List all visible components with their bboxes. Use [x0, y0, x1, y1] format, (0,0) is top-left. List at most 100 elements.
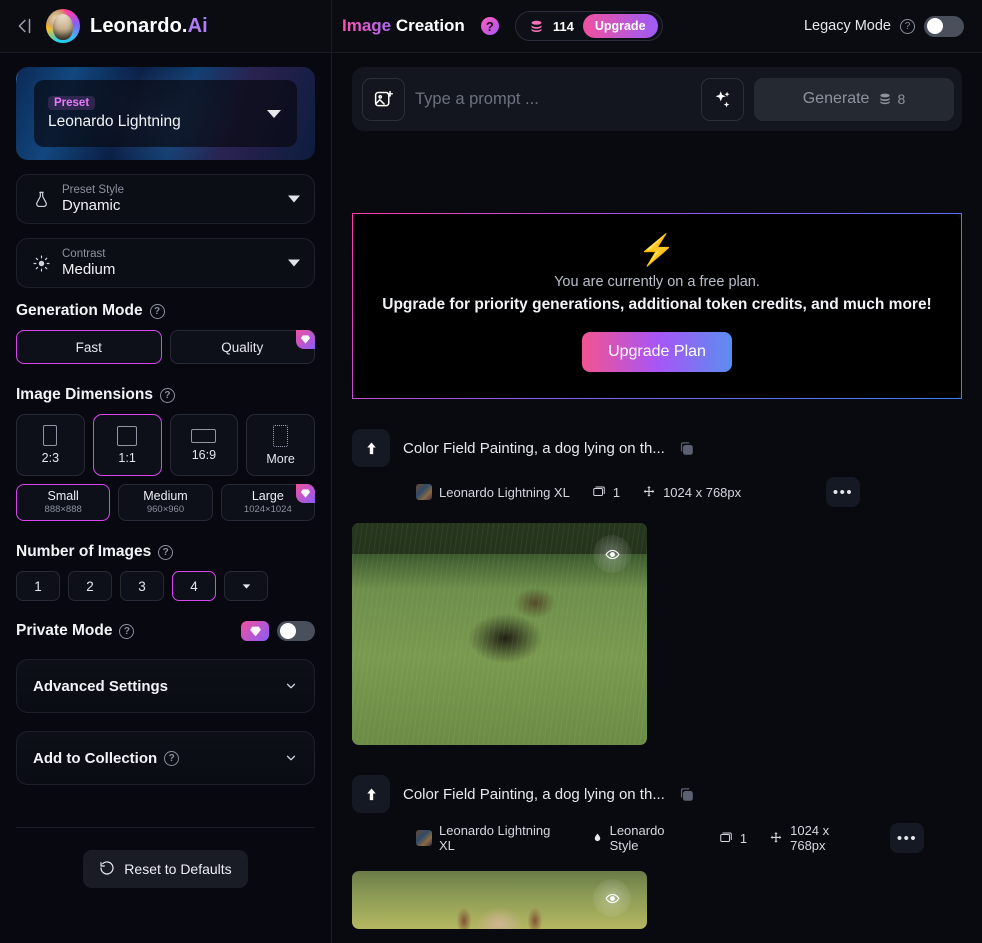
legacy-mode-help-icon[interactable]: ?: [900, 18, 915, 34]
resize-icon: [770, 832, 782, 843]
size-large[interactable]: Large 1024×1024: [220, 484, 315, 521]
number-of-images-2[interactable]: 2: [68, 571, 112, 601]
aspect-ratio-16-9[interactable]: 16:9: [169, 414, 239, 476]
preset-style-selector[interactable]: Preset Style Dynamic: [16, 174, 315, 224]
token-count: 114: [552, 18, 574, 34]
generation-mode-help-icon[interactable]: ?: [149, 303, 165, 319]
image-dimensions-section: Image Dimensions ? 2:3 1:1 16:9 More Sma…: [16, 386, 315, 521]
brand-name: Leonardo.: [90, 14, 188, 37]
image-plus-icon[interactable]: [362, 77, 405, 121]
add-to-collection-section[interactable]: Add to Collection ?: [16, 731, 315, 785]
results-scroll-area[interactable]: ⚡ You are currently on a free plan. Upgr…: [332, 213, 982, 929]
copy-icon[interactable]: [678, 440, 695, 457]
ellipsis-icon[interactable]: •••: [890, 823, 925, 853]
body: Preset Leonardo Lightning Preset Style D…: [0, 53, 982, 943]
generation-resolution-value: 1024 x 768px: [663, 484, 742, 500]
app-root: Leonardo.Ai Image Creation ? 114 Upgrade…: [0, 0, 982, 943]
number-of-images-help-icon[interactable]: ?: [158, 544, 174, 560]
collapse-left-icon[interactable]: [12, 14, 36, 38]
eye-icon[interactable]: [593, 535, 631, 573]
size-options: Small 888×888 Medium 960×960 Large 1024×…: [16, 484, 315, 521]
generation-mode-quality[interactable]: Quality: [169, 330, 315, 364]
preset-selector[interactable]: Preset Leonardo Lightning: [34, 80, 297, 147]
generation-count-value: 1: [612, 484, 621, 500]
generation-image[interactable]: [352, 871, 647, 929]
generation-meta: Leonardo Lightning XL 1 1024 x 768px •••: [352, 477, 962, 507]
prompt-bar: Generate 8: [352, 67, 962, 131]
flask-icon: [30, 190, 52, 209]
generation-mode-fast[interactable]: Fast: [16, 330, 162, 364]
generation-image[interactable]: [352, 523, 647, 745]
page-title-highlight: Image: [342, 16, 392, 35]
topbar-right: Legacy Mode ?: [803, 15, 982, 37]
help-badge[interactable]: ?: [478, 15, 501, 37]
upgrade-button[interactable]: Upgrade: [582, 14, 658, 38]
generation-model: Leonardo Lightning XL: [416, 484, 570, 500]
generation-count-value: 1: [739, 830, 748, 846]
generation-resolution: 1024 x 768px: [642, 485, 741, 500]
generation-mode-label: Generation Mode: [16, 302, 143, 319]
aspect-ratio-1-1[interactable]: 1:1: [92, 414, 162, 476]
generate-cost: 8: [878, 91, 905, 107]
chevron-down-icon: [242, 583, 250, 589]
legacy-mode-toggle[interactable]: [924, 15, 964, 37]
model-thumbnail: [416, 484, 432, 500]
arrow-up-icon[interactable]: [352, 775, 390, 813]
preset-hero: Preset Leonardo Lightning: [16, 67, 315, 160]
gem-icon[interactable]: [241, 621, 269, 641]
generation-header: Color Field Painting, a dog lying on th.…: [352, 775, 962, 813]
upgrade-plan-button[interactable]: Upgrade Plan: [582, 332, 732, 372]
brand-title: Leonardo.Ai: [90, 15, 208, 38]
number-of-images-1[interactable]: 1: [16, 571, 60, 601]
private-mode-label: Private Mode: [16, 622, 113, 639]
generation-mode-title: Generation Mode ?: [16, 302, 315, 320]
ellipsis-icon[interactable]: •••: [826, 477, 860, 507]
number-of-images-3[interactable]: 3: [120, 571, 164, 601]
prompt-input[interactable]: [415, 89, 691, 109]
images-icon: [593, 486, 605, 496]
chevron-down-icon: [267, 109, 281, 118]
generate-label: Generate: [802, 90, 870, 107]
number-of-images-title: Number of Images ?: [16, 543, 315, 561]
advanced-settings-title: Advanced Settings: [33, 677, 169, 695]
free-plan-banner: ⚡ You are currently on a free plan. Upgr…: [352, 213, 962, 399]
copy-icon[interactable]: [678, 786, 695, 803]
eye-icon[interactable]: [593, 879, 631, 917]
brightness-icon: [30, 254, 52, 273]
number-of-images-4[interactable]: 4: [172, 571, 216, 601]
private-mode-help-icon[interactable]: ?: [119, 623, 135, 639]
size-small-dims: 888×888: [44, 503, 82, 515]
aspect-ratio-options: 2:3 1:1 16:9 More: [16, 414, 315, 476]
generation-count: 1: [592, 485, 620, 500]
gem-icon: [296, 330, 315, 349]
legacy-mode-label: Legacy Mode: [803, 18, 891, 34]
top-bar: Leonardo.Ai Image Creation ? 114 Upgrade…: [0, 0, 982, 53]
page-title-rest: Creation: [391, 16, 465, 35]
generation-mode-quality-label: Quality: [221, 339, 264, 355]
generation-model-label: Leonardo Lightning XL: [439, 484, 570, 500]
leonardo-logo-avatar[interactable]: [46, 9, 80, 43]
preset-style-label: Preset Style: [62, 183, 124, 196]
private-mode-toggle[interactable]: [277, 621, 315, 641]
advanced-settings-section[interactable]: Advanced Settings: [16, 659, 315, 713]
size-medium-name: Medium: [143, 489, 188, 504]
reset-wrapper: Reset to Defaults: [16, 828, 315, 888]
add-to-collection-help-icon[interactable]: ?: [164, 750, 180, 766]
aspect-ratio-2-3[interactable]: 2:3: [16, 414, 85, 476]
add-to-collection-label: Add to Collection: [33, 749, 158, 767]
preset-style-text: Preset Style Dynamic: [62, 184, 124, 215]
image-dimensions-title: Image Dimensions ?: [16, 386, 315, 404]
generate-button[interactable]: Generate 8: [754, 77, 954, 121]
reset-to-defaults-button[interactable]: Reset to Defaults: [83, 850, 248, 888]
sparkles-icon[interactable]: [701, 77, 744, 121]
ratio-shape: [191, 428, 217, 443]
size-small[interactable]: Small 888×888: [16, 484, 111, 521]
aspect-ratio-more[interactable]: More: [246, 414, 315, 476]
arrow-up-icon[interactable]: [352, 429, 390, 467]
chevron-down-icon: [288, 259, 300, 267]
contrast-selector[interactable]: Contrast Medium: [16, 238, 315, 288]
image-dimensions-help-icon[interactable]: ?: [159, 387, 175, 403]
number-of-images-more[interactable]: [224, 571, 268, 601]
size-medium[interactable]: Medium 960×960: [118, 484, 213, 521]
number-of-images-label: Number of Images: [16, 543, 152, 560]
